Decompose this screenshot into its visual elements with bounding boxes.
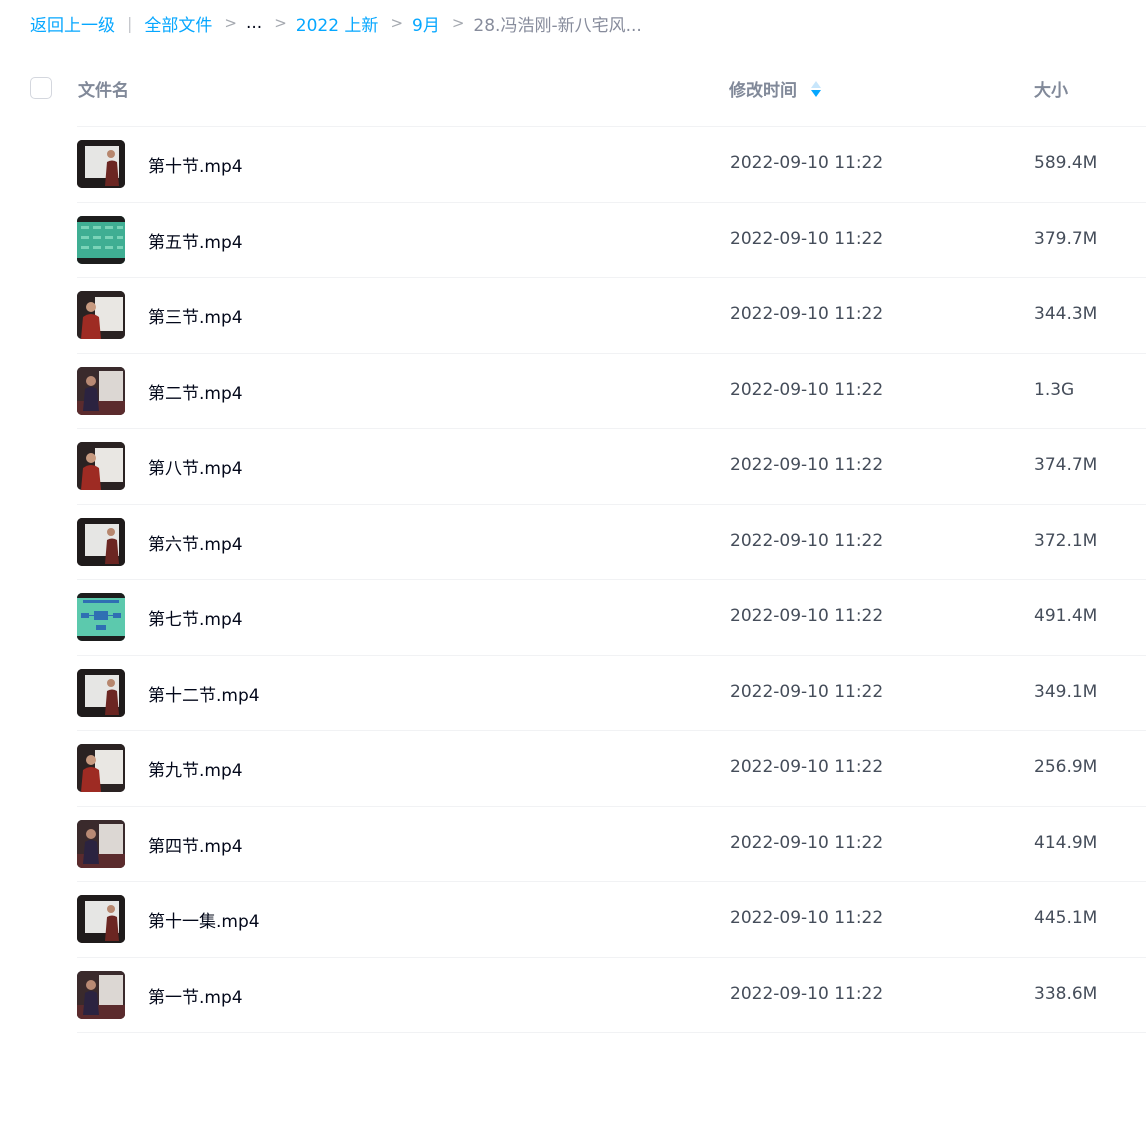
select-all-checkbox[interactable] bbox=[30, 77, 52, 99]
video-thumbnail-icon[interactable] bbox=[77, 215, 125, 264]
file-name-link[interactable]: 第十节.mp4 bbox=[148, 152, 243, 177]
file-size: 379.7M bbox=[1034, 228, 1098, 249]
file-modified-time: 2022-09-10 11:22 bbox=[730, 228, 884, 249]
file-size: 256.9M bbox=[1034, 757, 1098, 777]
video-thumbnail-icon[interactable] bbox=[77, 366, 125, 415]
file-size: 372.1M bbox=[1034, 530, 1098, 551]
video-thumbnail-icon[interactable] bbox=[77, 744, 125, 792]
breadcrumb: 返回上一级 | 全部文件 > ... > 2022 上新 > 9月 > 28.冯… bbox=[30, 10, 642, 36]
file-name-link[interactable]: 第九节.mp4 bbox=[148, 756, 243, 781]
file-modified-time: 2022-09-10 11:22 bbox=[730, 153, 884, 173]
chevron-right-icon: > bbox=[451, 14, 465, 32]
column-header-size[interactable]: 大小 bbox=[1034, 76, 1068, 101]
breadcrumb-folder-month[interactable]: 9月 bbox=[412, 11, 440, 36]
column-header-name[interactable]: 文件名 bbox=[78, 76, 129, 101]
file-modified-time: 2022-09-10 11:22 bbox=[730, 304, 884, 324]
file-size: 589.4M bbox=[1034, 153, 1098, 173]
breadcrumb-back-link[interactable]: 返回上一级 bbox=[30, 11, 115, 36]
file-browser: 返回上一级 | 全部文件 > ... > 2022 上新 > 9月 > 28.冯… bbox=[0, 0, 1146, 1134]
video-thumbnail-icon[interactable] bbox=[77, 291, 125, 339]
file-name-link[interactable]: 第二节.mp4 bbox=[148, 379, 243, 404]
sort-descending-icon[interactable] bbox=[811, 79, 821, 99]
column-header-time-label: 修改时间 bbox=[729, 81, 797, 101]
video-thumbnail-icon[interactable] bbox=[77, 970, 125, 1019]
breadcrumb-divider: | bbox=[127, 13, 133, 33]
file-size: 491.4M bbox=[1034, 606, 1098, 626]
file-row[interactable]: 第六节.mp4 2022-09-10 11:22 372.1M bbox=[0, 505, 1146, 581]
file-name-link[interactable]: 第十一集.mp4 bbox=[148, 907, 260, 932]
file-row[interactable]: 第五节.mp4 2022-09-10 11:22 379.7M bbox=[0, 203, 1146, 279]
file-name-link[interactable]: 第八节.mp4 bbox=[148, 454, 243, 479]
file-row[interactable]: 第二节.mp4 2022-09-10 11:22 1.3G bbox=[0, 354, 1146, 430]
video-thumbnail-icon[interactable] bbox=[77, 895, 125, 943]
file-row[interactable]: 第一节.mp4 2022-09-10 11:22 338.6M bbox=[0, 958, 1146, 1034]
file-size: 414.9M bbox=[1034, 832, 1098, 853]
breadcrumb-current-folder: 28.冯浩刚-新八宅风... bbox=[473, 15, 642, 36]
chevron-right-icon: > bbox=[390, 14, 404, 32]
file-row[interactable]: 第三节.mp4 2022-09-10 11:22 344.3M bbox=[0, 278, 1146, 354]
file-size: 344.3M bbox=[1034, 304, 1098, 324]
file-modified-time: 2022-09-10 11:22 bbox=[730, 757, 884, 777]
file-name-link[interactable]: 第五节.mp4 bbox=[148, 228, 243, 253]
video-thumbnail-icon[interactable] bbox=[77, 593, 125, 641]
file-row[interactable]: 第四节.mp4 2022-09-10 11:22 414.9M bbox=[0, 807, 1146, 883]
file-size: 445.1M bbox=[1034, 908, 1098, 928]
file-modified-time: 2022-09-10 11:22 bbox=[730, 908, 884, 928]
file-modified-time: 2022-09-10 11:22 bbox=[730, 832, 884, 853]
file-modified-time: 2022-09-10 11:22 bbox=[730, 606, 884, 626]
file-row[interactable]: 第十一集.mp4 2022-09-10 11:22 445.1M bbox=[0, 882, 1146, 958]
breadcrumb-folder-2022[interactable]: 2022 上新 bbox=[296, 11, 379, 36]
file-list: 第十节.mp4 2022-09-10 11:22 589.4M 第五节.mp4 2022… bbox=[0, 127, 1146, 1033]
file-modified-time: 2022-09-10 11:22 bbox=[730, 681, 884, 702]
file-row[interactable]: 第七节.mp4 2022-09-10 11:22 491.4M bbox=[0, 580, 1146, 656]
file-size: 374.7M bbox=[1034, 455, 1098, 475]
file-size: 349.1M bbox=[1034, 681, 1098, 702]
column-header-time[interactable]: 修改时间 bbox=[729, 76, 821, 101]
breadcrumb-all-files[interactable]: 全部文件 bbox=[144, 11, 212, 36]
table-header: 文件名 修改时间 大小 bbox=[0, 62, 1146, 116]
file-name-link[interactable]: 第一节.mp4 bbox=[148, 983, 243, 1008]
file-size: 338.6M bbox=[1034, 983, 1098, 1004]
video-thumbnail-icon[interactable] bbox=[77, 668, 125, 717]
video-thumbnail-icon[interactable] bbox=[77, 442, 125, 490]
chevron-right-icon: > bbox=[274, 14, 287, 32]
chevron-right-icon: > bbox=[224, 14, 237, 32]
video-thumbnail-icon[interactable] bbox=[77, 140, 125, 188]
file-name-link[interactable]: 第三节.mp4 bbox=[148, 303, 243, 328]
file-modified-time: 2022-09-10 11:22 bbox=[730, 455, 884, 475]
file-modified-time: 2022-09-10 11:22 bbox=[730, 379, 884, 400]
file-modified-time: 2022-09-10 11:22 bbox=[730, 530, 884, 551]
file-name-link[interactable]: 第六节.mp4 bbox=[148, 530, 243, 555]
file-name-link[interactable]: 第七节.mp4 bbox=[148, 605, 243, 630]
file-size: 1.3G bbox=[1034, 379, 1075, 400]
file-row[interactable]: 第八节.mp4 2022-09-10 11:22 374.7M bbox=[0, 429, 1146, 505]
file-name-link[interactable]: 第四节.mp4 bbox=[148, 832, 243, 857]
file-row[interactable]: 第九节.mp4 2022-09-10 11:22 256.9M bbox=[0, 731, 1146, 807]
breadcrumb-ellipsis[interactable]: ... bbox=[246, 13, 262, 33]
file-row[interactable]: 第十节.mp4 2022-09-10 11:22 589.4M bbox=[0, 127, 1146, 203]
video-thumbnail-icon[interactable] bbox=[77, 517, 125, 566]
file-row[interactable]: 第十二节.mp4 2022-09-10 11:22 349.1M bbox=[0, 656, 1146, 732]
file-modified-time: 2022-09-10 11:22 bbox=[730, 983, 884, 1004]
file-name-link[interactable]: 第十二节.mp4 bbox=[148, 681, 260, 706]
video-thumbnail-icon[interactable] bbox=[77, 819, 125, 868]
